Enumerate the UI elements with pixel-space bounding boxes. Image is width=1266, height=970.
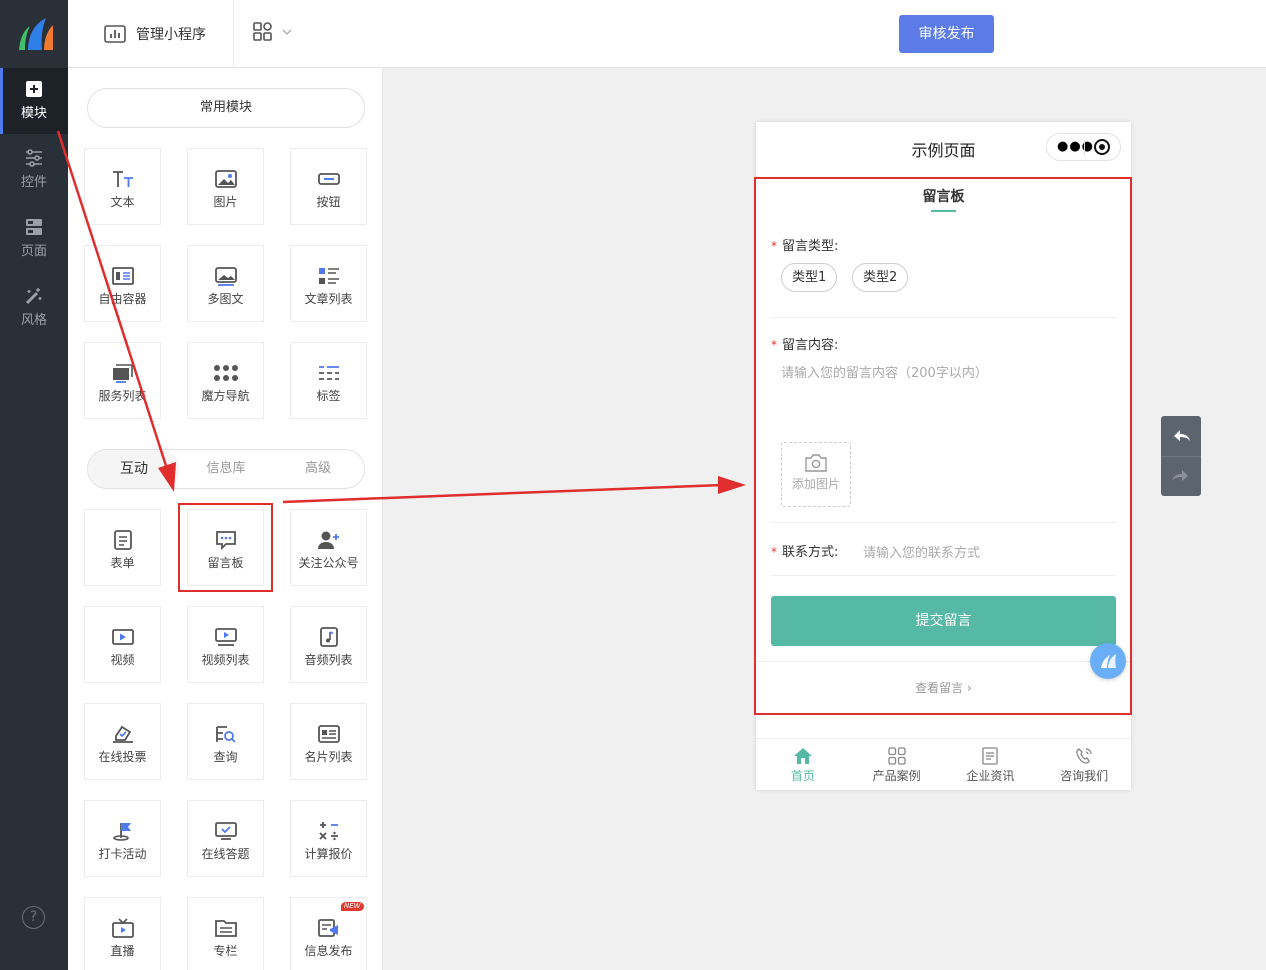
grid-icon xyxy=(887,747,907,765)
business-card-icon xyxy=(318,724,340,744)
chevron-down-icon xyxy=(281,28,293,36)
tab-company-news[interactable]: 企业资讯 xyxy=(944,739,1038,790)
sidebar-item-label: 控件 xyxy=(21,175,47,190)
info-publish-icon xyxy=(318,918,340,938)
module-multi-image-text[interactable]: 多图文 xyxy=(187,245,264,322)
module-video[interactable]: 视频 xyxy=(84,606,161,683)
video-icon xyxy=(112,627,134,647)
flag-icon xyxy=(112,821,134,841)
module-text[interactable]: 文本 xyxy=(84,148,161,225)
add-user-icon xyxy=(317,530,341,550)
button-icon xyxy=(318,169,340,189)
module-live-stream[interactable]: 直播 xyxy=(84,897,161,970)
app-logo[interactable] xyxy=(0,0,68,68)
module-column[interactable]: 专栏 xyxy=(187,897,264,970)
phone-icon xyxy=(1074,747,1094,765)
module-form[interactable]: 表单 xyxy=(84,509,161,586)
magic-wand-icon xyxy=(25,287,43,305)
module-online-quiz[interactable]: 在线答题 xyxy=(187,800,264,877)
page-layout-icon xyxy=(25,218,43,236)
sidebar-item-label: 模块 xyxy=(21,106,47,121)
home-icon xyxy=(793,747,813,765)
music-note-icon xyxy=(319,627,339,647)
tab-interactive[interactable]: 互动 xyxy=(88,450,180,488)
undo-redo-panel xyxy=(1161,416,1201,496)
module-service-list[interactable]: 服务列表 xyxy=(84,342,161,419)
redo-button[interactable] xyxy=(1161,456,1201,496)
sliders-icon xyxy=(24,149,44,167)
sidebar-item-modules[interactable]: 模块 xyxy=(0,68,68,134)
manage-label: 管理小程序 xyxy=(136,24,206,44)
grid-apps-icon xyxy=(253,22,273,42)
module-tags[interactable]: 标签 xyxy=(290,342,367,419)
container-icon xyxy=(112,266,134,286)
tab-home[interactable]: 首页 xyxy=(756,739,850,790)
module-query[interactable]: 查询 xyxy=(187,703,264,780)
tags-icon xyxy=(318,363,340,383)
new-badge: NEW xyxy=(341,902,364,911)
module-category-tabs: 互动 信息库 高级 xyxy=(87,449,365,489)
topbar-divider xyxy=(233,0,234,68)
module-price-calculator[interactable]: 计算报价 xyxy=(290,800,367,877)
tab-product-cases[interactable]: 产品案例 xyxy=(850,739,944,790)
module-check-in-activity[interactable]: 打卡活动 xyxy=(84,800,161,877)
module-free-container[interactable]: 自由容器 xyxy=(84,245,161,322)
module-video-list[interactable]: 视频列表 xyxy=(187,606,264,683)
text-icon xyxy=(111,169,135,189)
multi-image-icon xyxy=(215,266,237,286)
redo-icon xyxy=(1161,456,1201,496)
video-list-icon xyxy=(215,627,237,647)
help-icon[interactable]: ? xyxy=(22,906,45,929)
bar-chart-icon xyxy=(104,25,126,43)
column-folder-icon xyxy=(215,918,237,938)
module-info-publish[interactable]: NEW 信息发布 xyxy=(290,897,367,970)
sidebar-item-controls[interactable]: 控件 xyxy=(0,137,68,203)
tab-advanced[interactable]: 高级 xyxy=(272,450,364,488)
left-sidebar: 模块 控件 页面 风格 ? xyxy=(0,0,68,970)
sidebar-item-style[interactable]: 风格 xyxy=(0,275,68,341)
manage-miniprogram-button[interactable]: 管理小程序 xyxy=(104,22,206,46)
module-audio-list[interactable]: 音频列表 xyxy=(290,606,367,683)
undo-icon xyxy=(1161,416,1201,456)
service-list-icon xyxy=(112,363,134,383)
bottom-tab-bar: 首页 产品案例 企业资讯 咨询我们 xyxy=(756,738,1131,790)
module-online-vote[interactable]: 在线投票 xyxy=(84,703,161,780)
close-target-icon[interactable] xyxy=(1094,139,1110,155)
tab-info-library[interactable]: 信息库 xyxy=(180,450,272,488)
tab-contact-us[interactable]: 咨询我们 xyxy=(1037,739,1131,790)
arrowhead xyxy=(718,476,746,494)
capsule-divider xyxy=(1084,140,1085,155)
module-article-list[interactable]: 文章列表 xyxy=(290,245,367,322)
article-list-icon xyxy=(318,266,340,286)
vote-icon xyxy=(112,724,134,744)
form-icon xyxy=(113,530,133,550)
image-icon xyxy=(215,169,237,189)
app-switcher-dropdown[interactable] xyxy=(253,22,293,42)
sidebar-item-pages[interactable]: 页面 xyxy=(0,206,68,272)
quiz-monitor-icon xyxy=(215,821,237,841)
publish-review-button[interactable]: 审核发布 xyxy=(899,15,994,53)
module-button[interactable]: 按钮 xyxy=(290,148,367,225)
top-bar: 管理小程序 审核发布 xyxy=(68,0,1266,68)
undo-button[interactable] xyxy=(1161,416,1201,456)
module-business-card-list[interactable]: 名片列表 xyxy=(290,703,367,780)
plus-square-icon xyxy=(25,80,43,98)
more-icon[interactable]: ●●● xyxy=(1057,142,1094,152)
common-modules-header[interactable]: 常用模块 xyxy=(87,88,365,128)
query-icon xyxy=(215,724,237,744)
module-image[interactable]: 图片 xyxy=(187,148,264,225)
calculator-icon xyxy=(318,821,340,841)
dots-grid-icon xyxy=(213,363,239,383)
module-magic-cube-nav[interactable]: 魔方导航 xyxy=(187,342,264,419)
sidebar-item-label: 风格 xyxy=(21,313,47,328)
document-icon xyxy=(980,747,1000,765)
tv-icon xyxy=(112,918,134,938)
module-follow-official-account[interactable]: 关注公众号 xyxy=(290,509,367,586)
miniprogram-capsule[interactable]: ●●● xyxy=(1046,133,1121,161)
sidebar-item-label: 页面 xyxy=(21,244,47,259)
preview-highlight-frame xyxy=(754,177,1132,715)
selected-module-highlight xyxy=(178,503,273,592)
